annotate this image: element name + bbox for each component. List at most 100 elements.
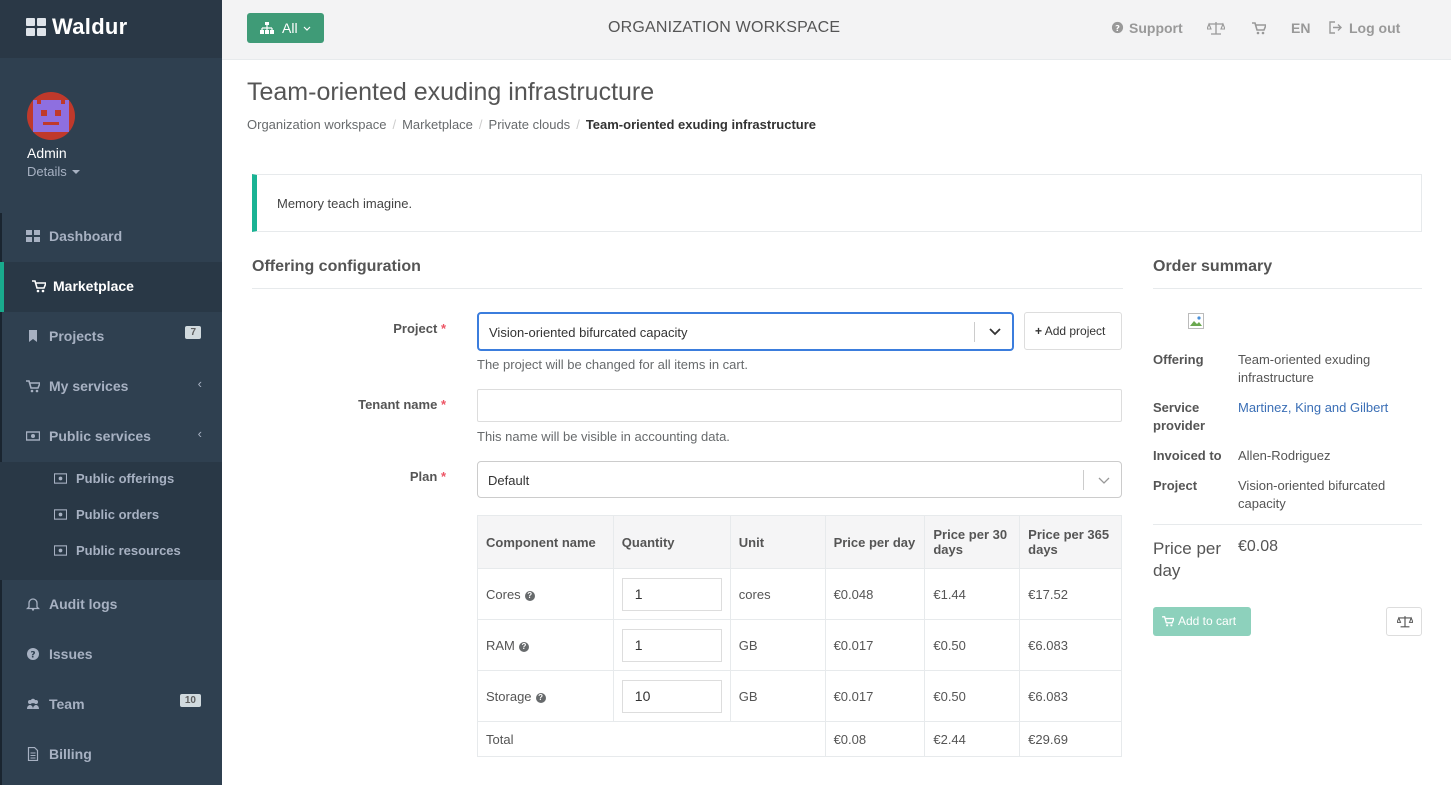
price-365-cell: €17.52 [1019, 568, 1122, 620]
profile-block: Admin Details [0, 58, 222, 213]
unit-cell: GB [729, 619, 826, 671]
column-header: Component name [477, 515, 614, 569]
price-365-cell: €6.083 [1019, 670, 1122, 722]
divider [252, 288, 1123, 289]
balance-scale-icon [1206, 22, 1226, 35]
organization-filter-label: All [282, 20, 298, 36]
sidebar-item-billing[interactable]: Billing [0, 730, 222, 780]
total-30-cell: €2.44 [924, 721, 1021, 757]
sidebar-subitem-public-orders[interactable]: Public orders [0, 498, 222, 534]
compare-button[interactable] [1386, 607, 1422, 636]
quantity-input[interactable] [621, 679, 722, 713]
summary-invoiced-label: Invoiced to [1153, 448, 1222, 463]
avatar[interactable] [27, 92, 75, 140]
offering-image-icon [1188, 313, 1204, 329]
logout-link[interactable]: Log out [1329, 20, 1400, 36]
select-separator [974, 322, 975, 342]
bell-icon [26, 598, 40, 611]
table-row: RAM? GB €0.017 €0.50 €6.083 [477, 619, 1122, 671]
summary-project-label: Project [1153, 478, 1198, 493]
project-select[interactable]: Vision-oriented bifurcated capacity [477, 312, 1014, 351]
summary-provider-label: Service provider [1153, 400, 1206, 433]
sidebar-item-issues[interactable]: ? Issues [0, 630, 222, 680]
sidebar-subitem-public-resources[interactable]: Public resources [0, 534, 222, 570]
plus-icon: + [1035, 324, 1043, 338]
plan-select[interactable]: Default [477, 461, 1122, 498]
workspace-title: ORGANIZATION WORKSPACE [608, 19, 841, 36]
tenant-name-input[interactable] [477, 389, 1122, 422]
divider [1153, 288, 1422, 289]
cart-link[interactable] [1252, 21, 1268, 38]
compare-link[interactable] [1206, 21, 1226, 38]
sidebar-item-label: Public services [49, 428, 151, 444]
price-day-cell: €0.017 [824, 619, 926, 671]
table-row: Cores? cores €0.048 €1.44 €17.52 [477, 568, 1122, 620]
add-project-label: Add project [1044, 324, 1106, 338]
file-icon [27, 747, 39, 761]
sidebar-item-team[interactable]: Team 10 [0, 680, 222, 730]
breadcrumb-item[interactable]: Private clouds [489, 117, 571, 132]
sidebar-item-dashboard[interactable]: Dashboard [0, 212, 222, 262]
add-to-cart-button[interactable]: Add to cart [1153, 607, 1251, 636]
project-field-label: Project * [393, 321, 446, 336]
sidebar-item-marketplace[interactable]: Marketplace [0, 262, 222, 312]
breadcrumb: Organization workspace / Marketplace / Priva… [247, 117, 816, 132]
total-row: Total €0.08 €2.44 €29.69 [477, 721, 1122, 757]
quantity-input[interactable] [621, 628, 722, 662]
components-table: Component name Quantity Unit Price per d… [477, 515, 1122, 757]
users-icon [27, 698, 39, 709]
unit-cell: cores [729, 568, 826, 620]
language-selector[interactable]: EN [1291, 20, 1310, 36]
component-name: Storage [486, 688, 532, 704]
divider [1153, 524, 1422, 525]
select-separator [1083, 470, 1084, 490]
sidebar-subitem-label: Public resources [76, 543, 181, 558]
sidebar-item-label: Audit logs [49, 596, 118, 612]
sign-out-icon [1329, 21, 1342, 34]
required-mark: * [440, 397, 446, 412]
sidebar-subitem-public-offerings[interactable]: Public offerings [0, 462, 222, 498]
price-day-cell: €0.048 [824, 568, 926, 620]
column-header: Unit [729, 515, 826, 569]
summary-provider-link[interactable]: Martinez, King and Gilbert [1238, 399, 1418, 417]
count-badge: 10 [179, 694, 201, 707]
price-per-day-label: Price per day [1153, 539, 1222, 580]
sidebar-item-label: Team [49, 696, 85, 712]
question-icon[interactable]: ? [535, 692, 546, 703]
unit-cell: GB [729, 670, 826, 722]
add-project-button[interactable]: + Add project [1024, 312, 1122, 350]
breadcrumb-current: Team-oriented exuding infrastructure [585, 117, 816, 132]
question-icon[interactable]: ? [518, 641, 529, 652]
breadcrumb-item[interactable]: Marketplace [402, 117, 473, 132]
plan-select-value: Default [488, 473, 530, 488]
quantity-input[interactable] [621, 577, 722, 611]
sidebar-item-projects[interactable]: Projects 7 [0, 312, 222, 362]
profile-details-toggle[interactable]: Details [27, 164, 81, 179]
brand-name: Waldur [52, 14, 128, 39]
component-name: RAM [486, 637, 515, 653]
summary-section-title: Order summary [1153, 258, 1273, 275]
summary-offering-label: Offering [1153, 352, 1204, 367]
required-mark: * [440, 321, 446, 336]
sidebar-item-label: Billing [49, 746, 92, 762]
sidebar-item-my-services[interactable]: My services ‹ [0, 362, 222, 412]
grid-logo-icon [26, 18, 46, 38]
organization-filter-button[interactable]: All [247, 13, 324, 43]
breadcrumb-item[interactable]: Organization workspace [247, 117, 386, 132]
question-icon[interactable]: ? [524, 590, 535, 601]
price-per-day-value: €0.08 [1238, 538, 1279, 555]
price-365-cell: €6.083 [1019, 619, 1122, 671]
brand-header[interactable]: Waldur [0, 0, 222, 58]
summary-project-value: Vision-oriented bifurcated capacity [1238, 478, 1386, 511]
sidebar-item-audit-logs[interactable]: Audit logs [0, 580, 222, 630]
config-section-title: Offering configuration [252, 258, 421, 275]
support-link[interactable]: ? Support [1111, 20, 1183, 36]
cart-icon [1252, 22, 1268, 35]
chevron-down-icon [1098, 477, 1110, 484]
component-name: Cores [486, 586, 521, 602]
sidebar-item-label: Dashboard [49, 228, 123, 244]
tenant-field-label: Tenant name * [358, 397, 446, 412]
bookmark-icon [29, 330, 37, 342]
sidebar-item-public-services[interactable]: Public services ‹ [0, 412, 222, 462]
sidebar-subitem-label: Public orders [76, 507, 160, 522]
